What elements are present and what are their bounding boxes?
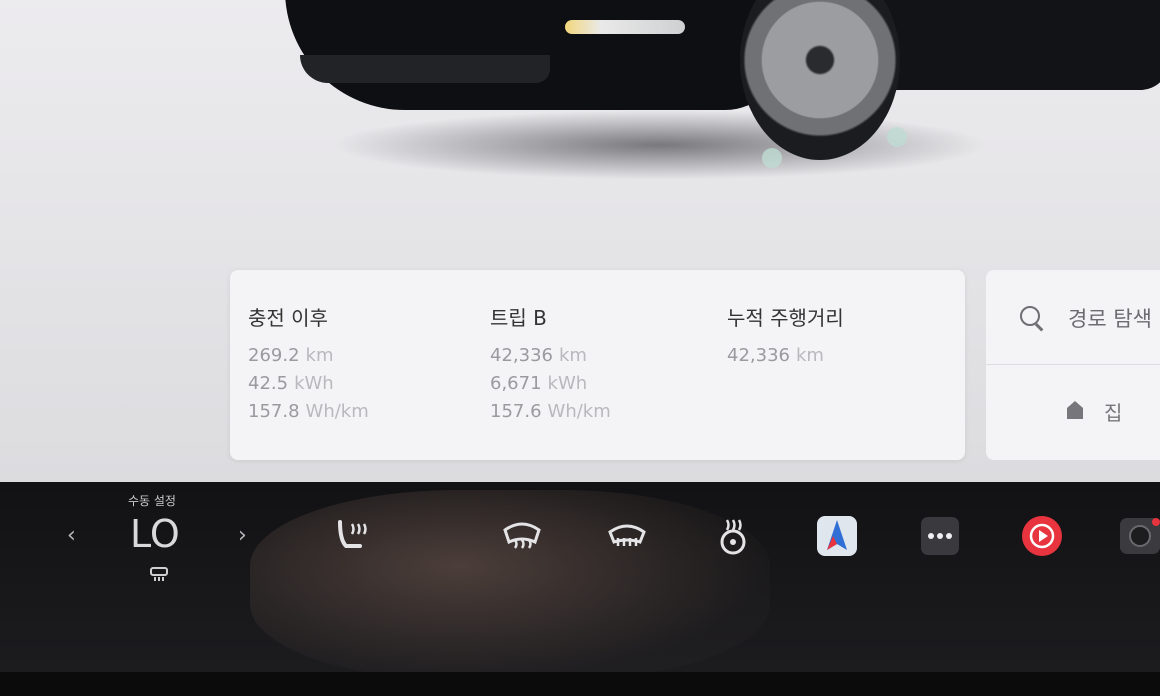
temp-decrease-button[interactable]: ‹ xyxy=(67,523,76,548)
since-charge-energy: 42.5 kWh xyxy=(248,373,334,394)
home-icon xyxy=(1067,401,1083,419)
screen-bezel xyxy=(0,672,1160,696)
odometer-title: 누적 주행거리 xyxy=(727,306,844,330)
since-charge-efficiency: 157.8 Wh/km xyxy=(248,401,369,422)
defrost-icon[interactable] xyxy=(149,566,169,582)
trip-b-energy: 6,671 kWh xyxy=(490,373,588,394)
camera-app-icon[interactable] xyxy=(1118,514,1160,558)
vehicle-render[interactable] xyxy=(0,0,1160,260)
temp-increase-button[interactable]: › xyxy=(238,523,247,548)
hotspot-dot[interactable] xyxy=(887,127,907,147)
trip-b-title: 트립 B xyxy=(490,306,547,330)
steering-wheel-heater-icon[interactable] xyxy=(711,514,755,558)
seat-heater-icon[interactable] xyxy=(330,514,374,558)
rear-defrost-icon[interactable] xyxy=(605,514,649,558)
temperature-display[interactable]: LO xyxy=(130,512,180,556)
since-charge-title: 충전 이후 xyxy=(248,306,328,330)
climate-mode-caption: 수동 설정 xyxy=(128,494,176,508)
odometer-section: 누적 주행거리 42,336 km xyxy=(727,304,844,370)
trip-b-efficiency: 157.6 Wh/km xyxy=(490,401,611,422)
route-search-placeholder: 경로 탐색 xyxy=(1068,307,1152,331)
search-icon xyxy=(1020,306,1040,326)
vehicle-display: 충전 이후 269.2 km 42.5 kWh 157.8 Wh/km 트립 B 42… xyxy=(0,0,1160,482)
maps-app-icon[interactable] xyxy=(815,514,859,558)
since-charge-section: 충전 이후 269.2 km 42.5 kWh 157.8 Wh/km xyxy=(248,304,369,426)
navigation-card: 경로 탐색 집 xyxy=(986,270,1160,460)
car-bumper xyxy=(300,55,550,83)
since-charge-distance: 269.2 km xyxy=(248,345,334,366)
music-app-icon[interactable] xyxy=(1020,514,1064,558)
more-apps-icon[interactable] xyxy=(918,514,962,558)
trip-info-card: 충전 이후 269.2 km 42.5 kWh 157.8 Wh/km 트립 B 42… xyxy=(230,270,965,460)
trip-b-distance: 42,336 km xyxy=(490,345,587,366)
front-defrost-icon[interactable] xyxy=(500,514,544,558)
hotspot-dot[interactable] xyxy=(762,148,782,168)
car-headlight xyxy=(565,20,685,34)
trip-b-section: 트립 B 42,336 km 6,671 kWh 157.6 Wh/km xyxy=(490,304,611,426)
route-search-field[interactable]: 경로 탐색 xyxy=(986,270,1160,365)
home-shortcut[interactable]: 집 xyxy=(1104,397,1122,426)
odometer-distance: 42,336 km xyxy=(727,345,824,366)
